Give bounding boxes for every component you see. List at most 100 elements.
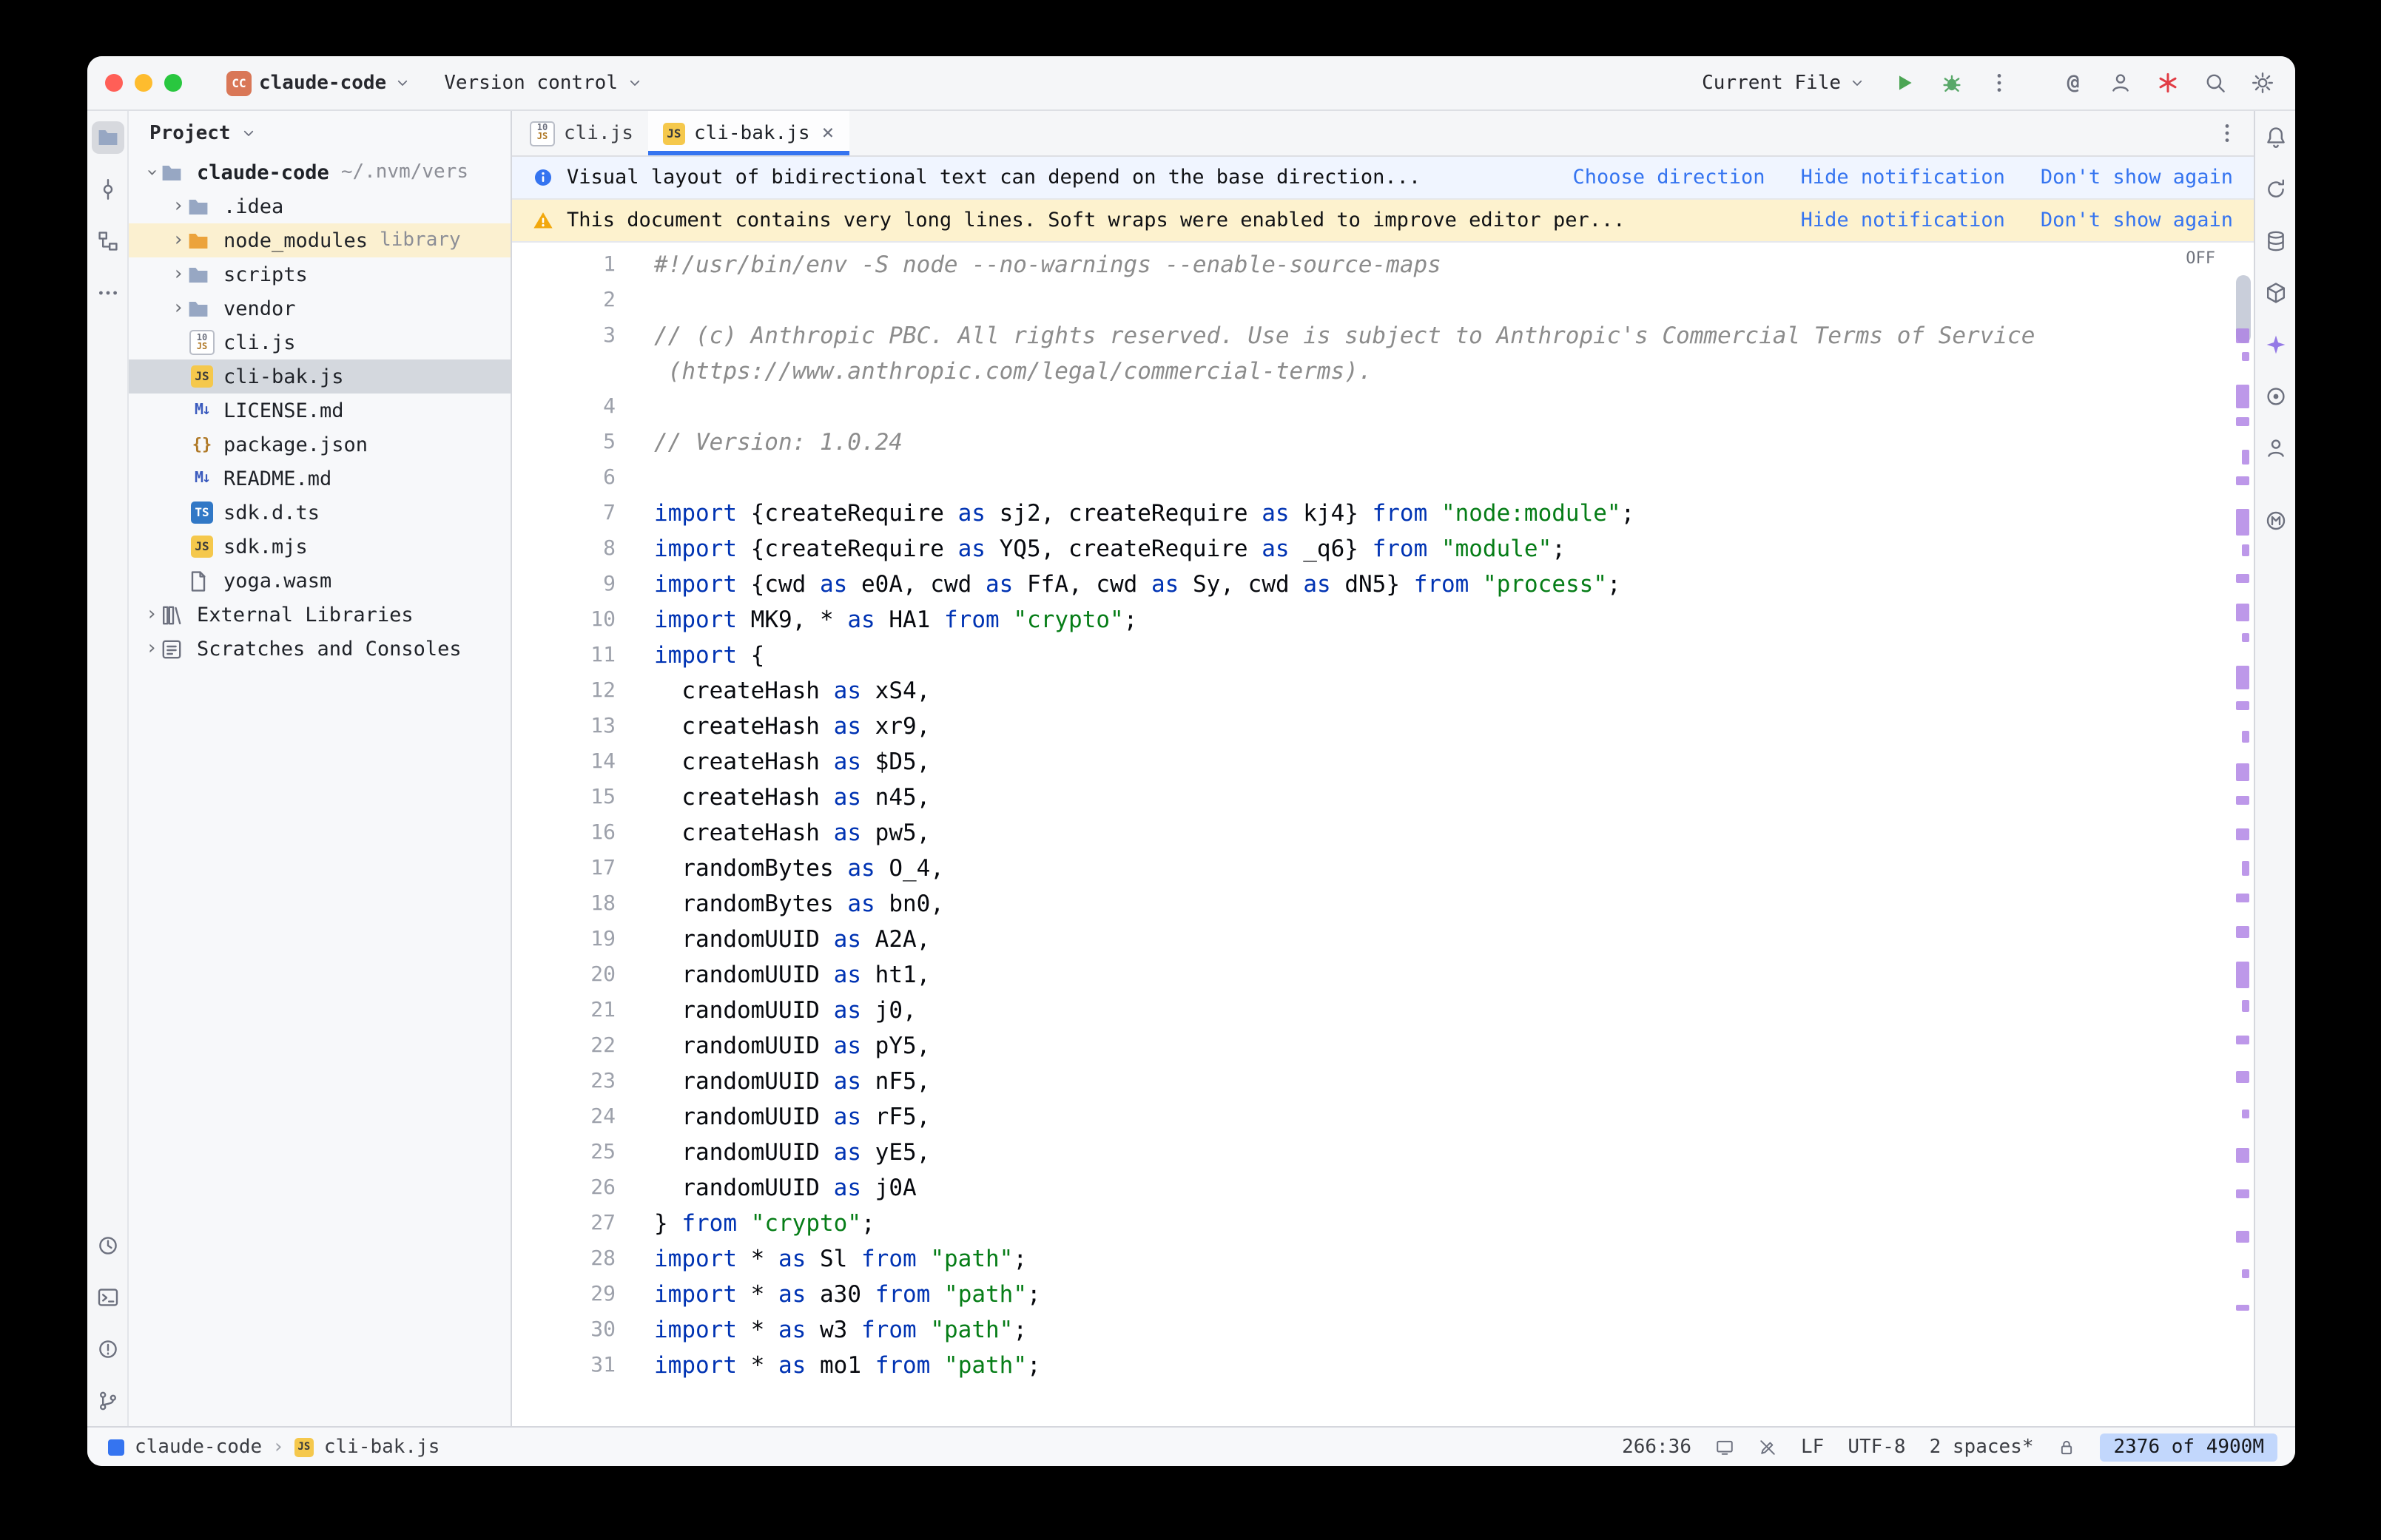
code-line[interactable]: 18 randomBytes as bn0, [512, 886, 2254, 922]
line-number[interactable]: 25 [512, 1135, 654, 1170]
tree-item-vendor[interactable]: ›vendor [129, 291, 511, 325]
chevron-icon[interactable]: › [141, 161, 163, 183]
line-number[interactable]: 24 [512, 1099, 654, 1135]
notifications-bell-icon[interactable] [2259, 121, 2291, 154]
close-tab-button[interactable]: × [822, 121, 835, 145]
maven-icon[interactable] [2259, 504, 2291, 537]
cursor-position[interactable]: 266:36 [1622, 1436, 1691, 1458]
minimize-button[interactable] [135, 74, 152, 92]
dont-show-again-link[interactable]: Don't show again [2041, 166, 2233, 189]
terminal-tool-button[interactable] [91, 1281, 124, 1314]
code-line[interactable]: 5// Version: 1.0.24 [512, 425, 2254, 460]
file-encoding[interactable]: UTF-8 [1848, 1436, 1905, 1458]
user-icon[interactable] [2103, 65, 2138, 101]
tree-item-.idea[interactable]: ›.idea [129, 189, 511, 223]
tab-options-button[interactable] [2209, 115, 2245, 151]
memory-indicator[interactable]: 2376 of 4900M [2101, 1433, 2278, 1461]
line-number[interactable]: 5 [512, 425, 654, 460]
tree-item-node_modules[interactable]: ›node_moduleslibrary [129, 223, 511, 257]
line-number[interactable]: 14 [512, 744, 654, 780]
code-line[interactable]: 12 createHash as xS4, [512, 673, 2254, 709]
tree-item-readme.md[interactable]: M↓README.md [129, 462, 511, 496]
line-number[interactable]: 8 [512, 531, 654, 567]
vcs-selector[interactable]: Version control [435, 67, 652, 98]
code-line[interactable]: 27} from "crypto"; [512, 1206, 2254, 1241]
dependencies-icon[interactable] [2259, 277, 2291, 309]
inspections-widget[interactable]: OFF [2186, 249, 2215, 268]
code-line[interactable]: (https://www.anthropic.com/legal/commerc… [512, 354, 2254, 389]
tab-cli.js[interactable]: 10JScli.js [515, 111, 648, 155]
code-line[interactable]: 11import { [512, 638, 2254, 673]
line-number[interactable]: 4 [512, 389, 654, 425]
line-number[interactable]: 10 [512, 602, 654, 638]
code-line[interactable]: 26 randomUUID as j0A [512, 1170, 2254, 1206]
line-number[interactable]: 28 [512, 1241, 654, 1277]
at-icon[interactable]: @ [2055, 65, 2091, 101]
code-line[interactable]: 19 randomUUID as A2A, [512, 922, 2254, 957]
search-button[interactable] [2198, 65, 2233, 101]
profiler-icon[interactable] [2259, 432, 2291, 465]
breadcrumb-file[interactable]: cli-bak.js [324, 1436, 440, 1458]
code-line[interactable]: 22 randomUUID as pY5, [512, 1028, 2254, 1064]
code-line[interactable]: 1#!/usr/bin/env -S node --no-warnings --… [512, 247, 2254, 283]
line-number[interactable]: 7 [512, 496, 654, 531]
line-number[interactable]: 31 [512, 1348, 654, 1383]
monitor-icon[interactable] [1715, 1437, 1734, 1456]
tree-item-sdk.mjs[interactable]: JSsdk.mjs [129, 530, 511, 564]
code-line[interactable]: 30import * as w3 from "path"; [512, 1312, 2254, 1348]
line-number[interactable]: 2 [512, 283, 654, 318]
dont-show-again-link[interactable]: Don't show again [2041, 209, 2233, 232]
line-number[interactable]: 21 [512, 993, 654, 1028]
debug-button[interactable] [1934, 65, 1970, 101]
project-tool-button[interactable] [91, 121, 124, 154]
code-line[interactable]: 29import * as a30 from "path"; [512, 1277, 2254, 1312]
tree-item-scratches-and-consoles[interactable]: ›Scratches and Consoles [129, 632, 511, 666]
tree-item-cli-bak.js[interactable]: JScli-bak.js [129, 359, 511, 394]
line-number[interactable]: 9 [512, 567, 654, 602]
line-number[interactable]: 30 [512, 1312, 654, 1348]
line-separator[interactable]: LF [1801, 1436, 1824, 1458]
line-number[interactable]: 29 [512, 1277, 654, 1312]
code-line[interactable]: 24 randomUUID as rF5, [512, 1099, 2254, 1135]
code-line[interactable]: 14 createHash as $D5, [512, 744, 2254, 780]
code-line[interactable]: 23 randomUUID as nF5, [512, 1064, 2254, 1099]
project-selector[interactable]: CC claude-code [218, 66, 420, 100]
line-number[interactable]: 26 [512, 1170, 654, 1206]
asterisk-icon[interactable] [2150, 65, 2186, 101]
line-number[interactable]: 22 [512, 1028, 654, 1064]
breadcrumb-project[interactable]: claude-code [135, 1436, 262, 1458]
tree-item-scripts[interactable]: ›scripts [129, 257, 511, 291]
code-line[interactable]: 3// (c) Anthropic PBC. All rights reserv… [512, 318, 2254, 354]
hide-notification-link[interactable]: Hide notification [1801, 166, 2005, 189]
line-number[interactable]: 16 [512, 815, 654, 851]
tree-item-yoga.wasm[interactable]: yoga.wasm [129, 564, 511, 598]
run-button[interactable] [1887, 65, 1922, 101]
line-number[interactable] [512, 354, 654, 389]
tree-item-package.json[interactable]: {}package.json [129, 428, 511, 462]
code-line[interactable]: 8import {createRequire as YQ5, createReq… [512, 531, 2254, 567]
code-line[interactable]: 10import MK9, * as HA1 from "crypto"; [512, 602, 2254, 638]
database-icon[interactable] [2259, 225, 2291, 257]
line-number[interactable]: 1 [512, 247, 654, 283]
code-line[interactable]: 15 createHash as n45, [512, 780, 2254, 815]
lock-icon[interactable] [2058, 1437, 2077, 1456]
tree-item-sdk.d.ts[interactable]: TSsdk.d.ts [129, 496, 511, 530]
line-number[interactable]: 13 [512, 709, 654, 744]
branch-icon[interactable] [91, 1385, 124, 1417]
run-config-selector[interactable]: Current File [1693, 67, 1875, 98]
code-line[interactable]: 16 createHash as pw5, [512, 815, 2254, 851]
code-line[interactable]: 4 [512, 389, 2254, 425]
line-number[interactable]: 19 [512, 922, 654, 957]
problems-tool-button[interactable] [91, 1333, 124, 1365]
code-line[interactable]: 13 createHash as xr9, [512, 709, 2254, 744]
tab-cli-bak.js[interactable]: JScli-bak.js× [648, 111, 849, 155]
sync-icon[interactable] [2259, 173, 2291, 206]
hide-notification-link[interactable]: Hide notification [1801, 209, 2005, 232]
settings-button[interactable] [2245, 65, 2280, 101]
line-number[interactable]: 3 [512, 318, 654, 354]
code-editor[interactable]: 1#!/usr/bin/env -S node --no-warnings --… [512, 243, 2254, 1426]
code-line[interactable]: 28import * as Sl from "path"; [512, 1241, 2254, 1277]
project-panel-header[interactable]: Project [129, 111, 511, 155]
line-number[interactable]: 12 [512, 673, 654, 709]
close-button[interactable] [105, 74, 123, 92]
